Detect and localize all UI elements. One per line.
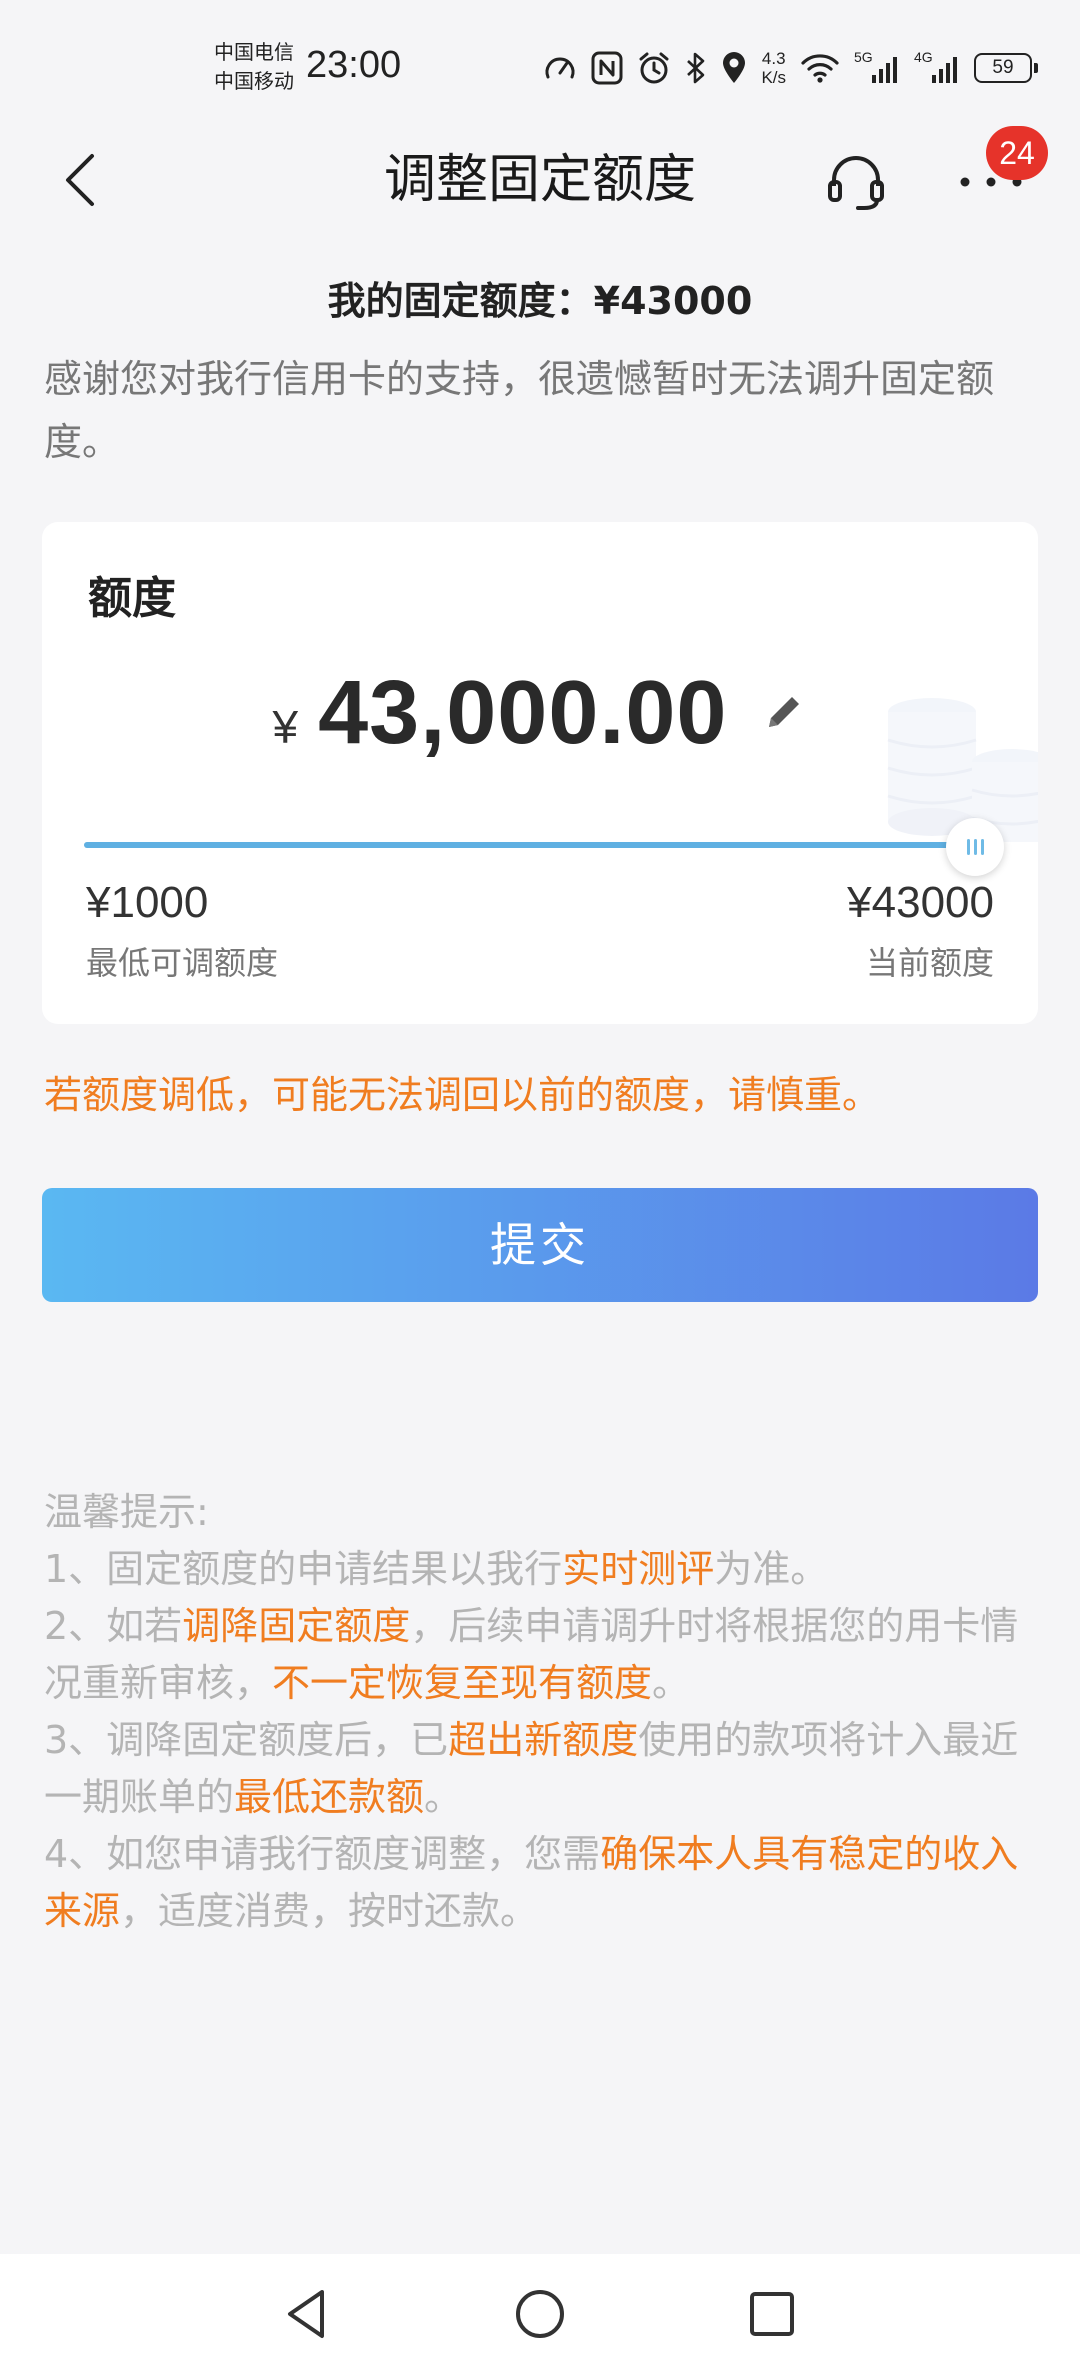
tip-text: 1、固定额度的申请结果以我行 — [44, 1547, 563, 1591]
tip-highlight: 最低还款额 — [234, 1775, 425, 1819]
bluetooth-icon — [687, 52, 705, 84]
system-nav-bar — [0, 2254, 1080, 2376]
wifi-icon — [801, 54, 839, 83]
status-bar: 中国电信 中国移动 23:00 4.3 K/s 5G 4G 59 — [0, 0, 1080, 120]
tips-title: 温馨提示: — [44, 1490, 209, 1534]
tip-highlight: 超出新额度 — [448, 1718, 639, 1762]
tip-text: 为准。 — [714, 1547, 829, 1591]
current-quota-value: ¥43000 — [847, 878, 994, 927]
currency-symbol: ¥ — [272, 701, 299, 753]
tip-item: 3、调降固定额度后，已超出新额度使用的款项将计入最近一期账单的最低还款额。 — [44, 1712, 1040, 1826]
battery-icon: 59 — [974, 53, 1038, 83]
amount-display: ¥ 43,000.00 — [42, 662, 1038, 765]
tips-list: 1、固定额度的申请结果以我行实时测评为准。 2、如若调降固定额度，后续申请调升时将… — [44, 1541, 1040, 1940]
warning-text: 若额度调低，可能无法调回以前的额度，请慎重。 — [44, 1073, 881, 1117]
page-title: 调整固定额度 — [383, 150, 696, 210]
tip-text: 。 — [424, 1775, 463, 1819]
quota-amount: 43,000.00 — [318, 663, 728, 763]
fixed-quota-summary: 我的固定额度：¥43000 — [327, 279, 753, 323]
customer-service-button[interactable] — [824, 150, 888, 214]
battery-level: 59 — [992, 57, 1014, 78]
nav-back-icon[interactable] — [278, 2284, 338, 2344]
net-speed-value: 4.3 — [761, 49, 786, 68]
carrier-1: 中国电信 — [214, 40, 294, 64]
card-label: 额度 — [88, 573, 176, 624]
current-quota-label: 当前额度 — [865, 944, 994, 982]
carrier-info: 中国电信 中国移动 — [214, 38, 294, 96]
tip-item: 1、固定额度的申请结果以我行实时测评为准。 — [44, 1541, 1040, 1598]
screen: 中国电信 中国移动 23:00 4.3 K/s 5G 4G 59 调整固定额度 … — [0, 0, 1080, 2376]
quota-card: 额度 ¥ 43,000.00 ¥1000 最低可调额度 ¥43000 当前额度 — [42, 522, 1038, 1024]
tip-text: 3、调降固定额度后，已 — [44, 1718, 449, 1762]
tip-highlight: 不一定恢复至现有额度 — [272, 1661, 653, 1705]
speed-icon — [545, 57, 575, 79]
nav-home-icon[interactable] — [510, 2284, 570, 2344]
network-speed: 4.3 K/s — [761, 49, 786, 87]
status-time: 23:00 — [306, 44, 402, 86]
min-quota-value: ¥1000 — [86, 878, 209, 927]
tip-text: 。 — [652, 1661, 691, 1705]
notification-badge: 24 — [986, 126, 1048, 180]
tip-highlight: 调降固定额度 — [182, 1604, 411, 1648]
notice-text: 感谢您对我行信用卡的支持，很遗憾暂时无法调升固定额度。 — [44, 357, 995, 464]
quota-slider-track[interactable] — [84, 842, 978, 848]
tip-highlight: 实时测评 — [562, 1547, 715, 1591]
alarm-icon — [639, 52, 669, 84]
net-speed-unit: K/s — [761, 68, 786, 87]
status-icons: 4.3 K/s 5G 4G 59 — [543, 46, 1038, 90]
tip-text: 4、如您申请我行额度调整，您需 — [44, 1832, 601, 1876]
edit-icon[interactable] — [761, 689, 807, 735]
nfc-icon — [591, 51, 623, 85]
signal-icon: 5G — [854, 49, 900, 85]
min-quota-label: 最低可调额度 — [86, 944, 279, 982]
tip-text: ，适度消费，按时还款。 — [120, 1889, 539, 1933]
submit-button[interactable]: 提交 — [42, 1188, 1038, 1302]
tip-item: 2、如若调降固定额度，后续申请调升时将根据您的用卡情况重新审核，不一定恢复至现有… — [44, 1598, 1040, 1712]
signal-2-icon: 4G — [914, 49, 960, 85]
nav-recents-icon[interactable] — [742, 2284, 802, 2344]
tips-section: 温馨提示: 1、固定额度的申请结果以我行实时测评为准。 2、如若调降固定额度，后续… — [44, 1484, 1040, 1940]
tip-text: 2、如若 — [44, 1604, 183, 1648]
tip-item: 4、如您申请我行额度调整，您需确保本人具有稳定的收入来源，适度消费，按时还款。 — [44, 1826, 1040, 1940]
location-icon — [723, 52, 746, 83]
quota-slider-fill — [84, 842, 978, 848]
carrier-2: 中国移动 — [214, 69, 294, 93]
quota-slider-thumb[interactable] — [946, 818, 1004, 876]
headset-icon — [828, 156, 884, 210]
app-header: 调整固定额度 24 — [0, 120, 1080, 240]
